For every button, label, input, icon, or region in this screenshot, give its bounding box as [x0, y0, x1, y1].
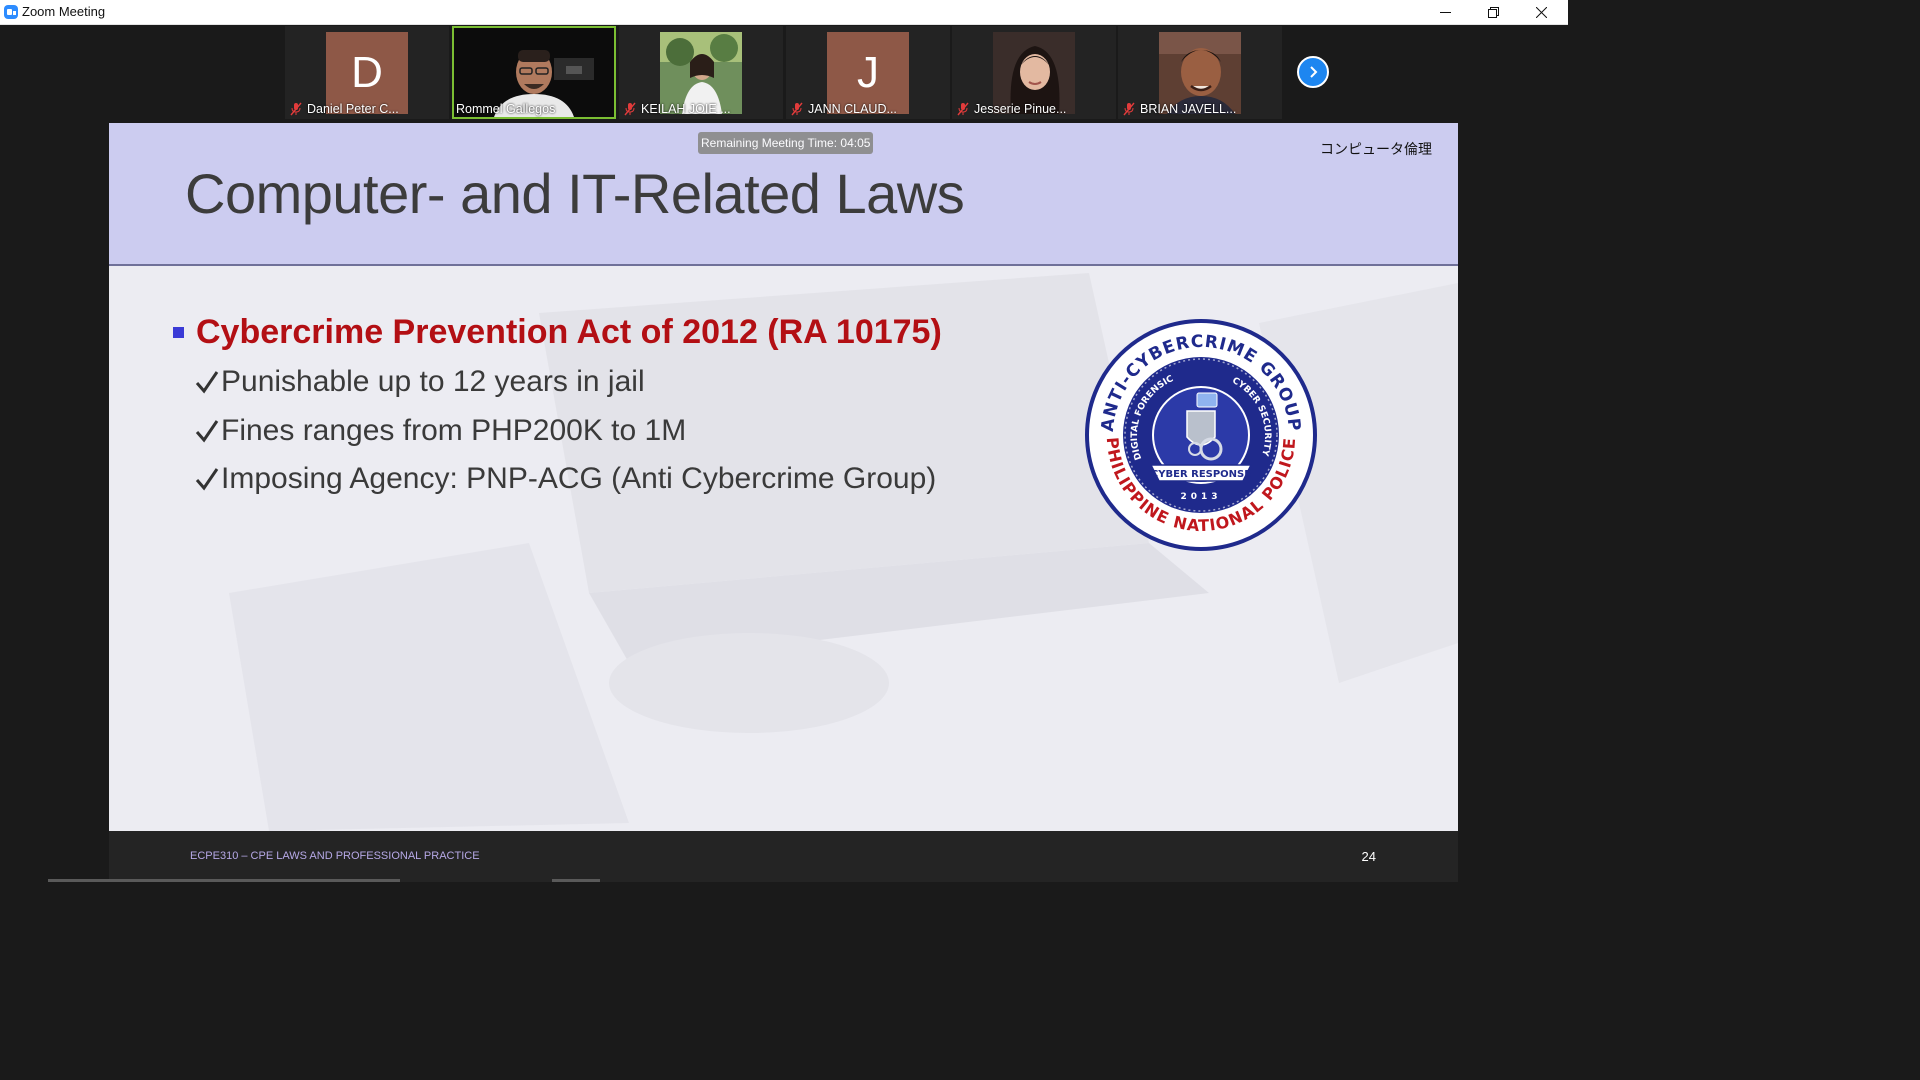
main-bullet: Cybercrime Prevention Act of 2012 (RA 10… [173, 313, 942, 352]
muted-microphone-icon [791, 102, 803, 116]
checkmark-icon [195, 468, 219, 491]
remaining-meeting-time: Remaining Meeting Time: 04:05 [698, 132, 874, 154]
checkmark-icon [195, 371, 219, 394]
minimize-icon [1439, 11, 1451, 13]
pnp-acg-seal-logo: ANTI-CYBERCRIME GROUP PHILIPPINE NATIONA… [1085, 319, 1317, 551]
slide-page-number: 24 [1361, 849, 1376, 864]
minimize-button[interactable] [1422, 0, 1468, 24]
participant-tile-active-speaker[interactable]: Rommel Gallegos [452, 26, 616, 119]
slide-footer: ECPE310 – CPE LAWS AND PROFESSIONAL PRAC… [109, 831, 1458, 882]
restore-icon [1487, 6, 1499, 18]
muted-microphone-icon [290, 102, 302, 116]
sub-bullet-text: Fines ranges from PHP200K to 1M [221, 414, 687, 447]
sub-bullet: Fines ranges from PHP200K to 1M [195, 414, 686, 448]
chevron-right-icon [1310, 66, 1318, 78]
participant-name: Rommel Gallegos [456, 102, 556, 116]
main-bullet-text: Cybercrime Prevention Act of 2012 (RA 10… [196, 313, 942, 351]
window-title: Zoom Meeting [22, 4, 106, 19]
participant-name: Jesserie Pinue... [974, 102, 1067, 116]
scroll-indicator [552, 879, 600, 882]
muted-microphone-icon [1123, 102, 1135, 116]
slide-title: Computer- and IT-Related Laws [185, 162, 965, 225]
seal-banner: CYBER RESPONSE [1151, 469, 1251, 480]
restore-button[interactable] [1470, 0, 1516, 24]
bullet-square-icon [173, 327, 184, 338]
next-participants-button[interactable] [1297, 56, 1329, 88]
muted-microphone-icon [624, 102, 636, 116]
scroll-indicator [48, 879, 400, 882]
shared-screen-slide: Computer- and IT-Related Laws コンピュータ倫理 R… [109, 123, 1458, 831]
participant-name: BRIAN JAVELL... [1140, 102, 1237, 116]
participant-tile[interactable]: D Daniel Peter C... [285, 26, 449, 119]
participant-name: JANN CLAUD... [808, 102, 897, 116]
participant-name: Daniel Peter C... [307, 102, 399, 116]
close-icon [1535, 6, 1547, 18]
close-button[interactable] [1518, 0, 1564, 24]
course-footer-text: ECPE310 – CPE LAWS AND PROFESSIONAL PRAC… [190, 850, 480, 862]
participant-tile[interactable]: J JANN CLAUD... [786, 26, 950, 119]
checkmark-icon [195, 420, 219, 443]
zoom-app-icon [4, 5, 18, 19]
sub-bullet-text: Punishable up to 12 years in jail [221, 365, 645, 398]
sub-bullet: Punishable up to 12 years in jail [195, 365, 645, 399]
participant-tile[interactable]: Jesserie Pinue... [952, 26, 1116, 119]
muted-microphone-icon [957, 102, 969, 116]
participant-tile[interactable]: KEILAH JOIE ... [619, 26, 783, 119]
seal-year: 2013 [1180, 492, 1221, 502]
participant-name: KEILAH JOIE ... [641, 102, 731, 116]
participant-tile[interactable]: BRIAN JAVELL... [1118, 26, 1282, 119]
sub-bullet: Imposing Agency: PNP-ACG (Anti Cybercrim… [195, 462, 936, 496]
title-bar: Zoom Meeting [0, 0, 1568, 25]
participant-strip: D Daniel Peter C... Rommel Gallegos KEIL… [0, 25, 1568, 122]
sub-bullet-text: Imposing Agency: PNP-ACG (Anti Cybercrim… [221, 462, 937, 495]
slide-tag: コンピュータ倫理 [1320, 141, 1432, 157]
